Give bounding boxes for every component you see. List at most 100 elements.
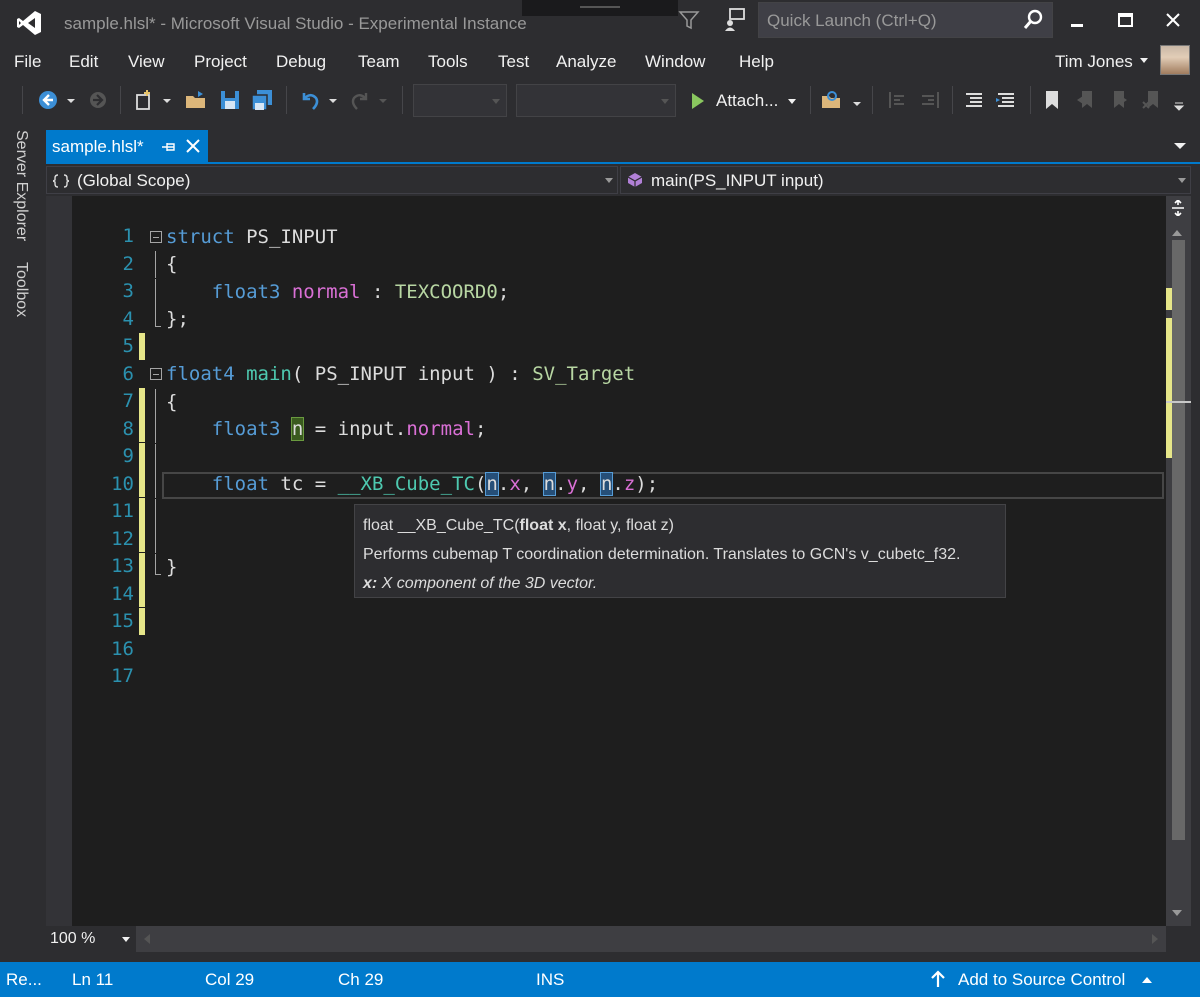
clear-bookmarks-icon[interactable]: [1140, 88, 1164, 112]
save-icon[interactable]: [218, 88, 242, 112]
code-line[interactable]: 8 {: [46, 389, 1136, 470]
chevron-down-icon[interactable]: [492, 99, 500, 104]
scroll-left-icon[interactable]: [144, 934, 150, 944]
next-bookmark-icon[interactable]: [1106, 88, 1130, 112]
menu-project[interactable]: Project: [194, 52, 247, 72]
menu-help[interactable]: Help: [739, 52, 774, 72]
title-grab-handle[interactable]: [522, 0, 678, 16]
code-line[interactable]: 5 };: [46, 306, 1136, 357]
toolbox-tab[interactable]: Toolbox: [12, 262, 30, 317]
menu-file[interactable]: File: [14, 52, 41, 72]
comment-lines-icon[interactable]: [962, 88, 986, 112]
code-line[interactable]: 7 float4 main( PS_INPUT input ) : SV_Tar…: [46, 361, 1136, 442]
menu-bar: File Edit View Project Debug Team Tools …: [0, 44, 1200, 80]
chevron-down-icon[interactable]: [661, 99, 669, 104]
find-dropdown-icon[interactable]: [850, 88, 864, 112]
close-icon[interactable]: [1158, 6, 1188, 36]
pin-icon[interactable]: [160, 138, 178, 156]
scroll-up-icon[interactable]: [1172, 230, 1182, 236]
feedback-icon[interactable]: [722, 6, 748, 32]
add-to-source-control[interactable]: Add to Source Control: [958, 970, 1125, 990]
toolbar-separator: [952, 86, 953, 114]
zoom-combo[interactable]: 100 %: [46, 926, 136, 952]
undo-dropdown-icon[interactable]: [326, 88, 340, 112]
open-folder-icon[interactable]: [184, 88, 208, 112]
maximize-icon[interactable]: [1110, 6, 1140, 36]
chevron-down-icon[interactable]: [1178, 178, 1186, 183]
menu-team[interactable]: Team: [358, 52, 400, 72]
code-text: struct PS_INPUT: [166, 226, 338, 248]
vertical-scrollbar[interactable]: [1166, 196, 1191, 926]
menu-debug[interactable]: Debug: [276, 52, 326, 72]
forward-icon[interactable]: [86, 88, 110, 112]
chevron-up-icon[interactable]: [1142, 977, 1152, 983]
minimize-icon[interactable]: [1062, 6, 1092, 36]
filter-icon[interactable]: [677, 8, 701, 32]
tab-overflow-icon[interactable]: [1174, 143, 1186, 149]
back-icon[interactable]: [36, 88, 60, 112]
code-line[interactable]: 9 float3 n = input.normal;: [46, 416, 1136, 497]
code-line[interactable]: 10: [46, 444, 1136, 525]
horizontal-scrollbar[interactable]: 100 %: [46, 926, 1166, 952]
find-in-files-icon[interactable]: [820, 88, 844, 112]
tab-sample-hlsl[interactable]: sample.hlsl*: [46, 130, 208, 164]
split-window-icon[interactable]: [1170, 200, 1186, 216]
solution-platform-combo[interactable]: [516, 84, 676, 117]
code-line[interactable]: 16: [46, 609, 1136, 660]
search-icon[interactable]: [1022, 9, 1044, 31]
user-dropdown-caret-icon[interactable]: [1140, 58, 1148, 63]
scroll-right-icon[interactable]: [1152, 934, 1158, 944]
user-name[interactable]: Tim Jones: [1055, 52, 1133, 72]
toolbar-grip[interactable]: [872, 86, 873, 114]
code-line[interactable]: 1: [46, 196, 1136, 247]
bookmark-icon[interactable]: [1040, 88, 1064, 112]
chevron-down-icon[interactable]: [605, 178, 613, 183]
undo-icon[interactable]: [298, 88, 322, 112]
menu-tools[interactable]: Tools: [428, 52, 468, 72]
status-insert-mode[interactable]: INS: [536, 970, 564, 990]
code-line[interactable]: 3 {: [46, 251, 1136, 302]
toolbar-separator: [810, 86, 811, 114]
code-line[interactable]: 4 float3 normal : TEXCOORD0;: [46, 279, 1136, 360]
menu-test[interactable]: Test: [498, 52, 529, 72]
uncomment-lines-icon[interactable]: [994, 88, 1018, 112]
toolbar-grip[interactable]: [22, 86, 23, 114]
save-all-icon[interactable]: [250, 88, 274, 112]
member-combo[interactable]: main(PS_INPUT input): [620, 166, 1191, 194]
scroll-down-icon[interactable]: [1172, 910, 1182, 916]
previous-bookmark-icon[interactable]: [1074, 88, 1098, 112]
new-project-dropdown-icon[interactable]: [160, 88, 174, 112]
code-line[interactable]: 6: [46, 334, 1136, 415]
back-dropdown-icon[interactable]: [64, 88, 78, 112]
menu-edit[interactable]: Edit: [69, 52, 98, 72]
new-project-icon[interactable]: [132, 88, 156, 112]
upload-arrow-icon[interactable]: [930, 970, 946, 988]
chevron-down-icon[interactable]: [122, 937, 130, 942]
menu-view[interactable]: View: [128, 52, 165, 72]
redo-icon[interactable]: [348, 88, 372, 112]
toolbar-overflow-icon[interactable]: [1172, 88, 1186, 112]
collapse-region-icon[interactable]: [150, 368, 162, 380]
code-line[interactable]: 11 float tc = __XB_Cube_TC(n.x, n.y, n.z…: [46, 471, 1136, 552]
attach-button[interactable]: Attach...: [688, 88, 800, 114]
attach-dropdown-icon[interactable]: [788, 99, 796, 104]
code-line[interactable]: 2 struct PS_INPUT: [46, 224, 1136, 275]
menu-analyze[interactable]: Analyze: [556, 52, 616, 72]
server-explorer-tab[interactable]: Server Explorer: [12, 130, 30, 241]
navigation-bar: (Global Scope) main(PS_INPUT input): [46, 166, 1191, 194]
scope-combo[interactable]: (Global Scope): [46, 166, 618, 194]
outline-guide: [155, 416, 156, 443]
code-line[interactable]: 17: [46, 636, 1136, 687]
quick-launch-box[interactable]: Quick Launch (Ctrl+Q): [758, 2, 1053, 38]
code-text: {: [166, 253, 178, 275]
align-right-icon[interactable]: [918, 88, 942, 112]
avatar[interactable]: [1160, 45, 1190, 75]
solution-configuration-combo[interactable]: [413, 84, 507, 117]
close-tab-icon[interactable]: [183, 136, 203, 156]
toolbar-separator: [1030, 86, 1031, 114]
collapse-region-icon[interactable]: [150, 231, 162, 243]
scrollbar-thumb[interactable]: [1172, 240, 1185, 840]
redo-dropdown-icon[interactable]: [376, 88, 390, 112]
align-left-icon[interactable]: [886, 88, 910, 112]
menu-window[interactable]: Window: [645, 52, 705, 72]
